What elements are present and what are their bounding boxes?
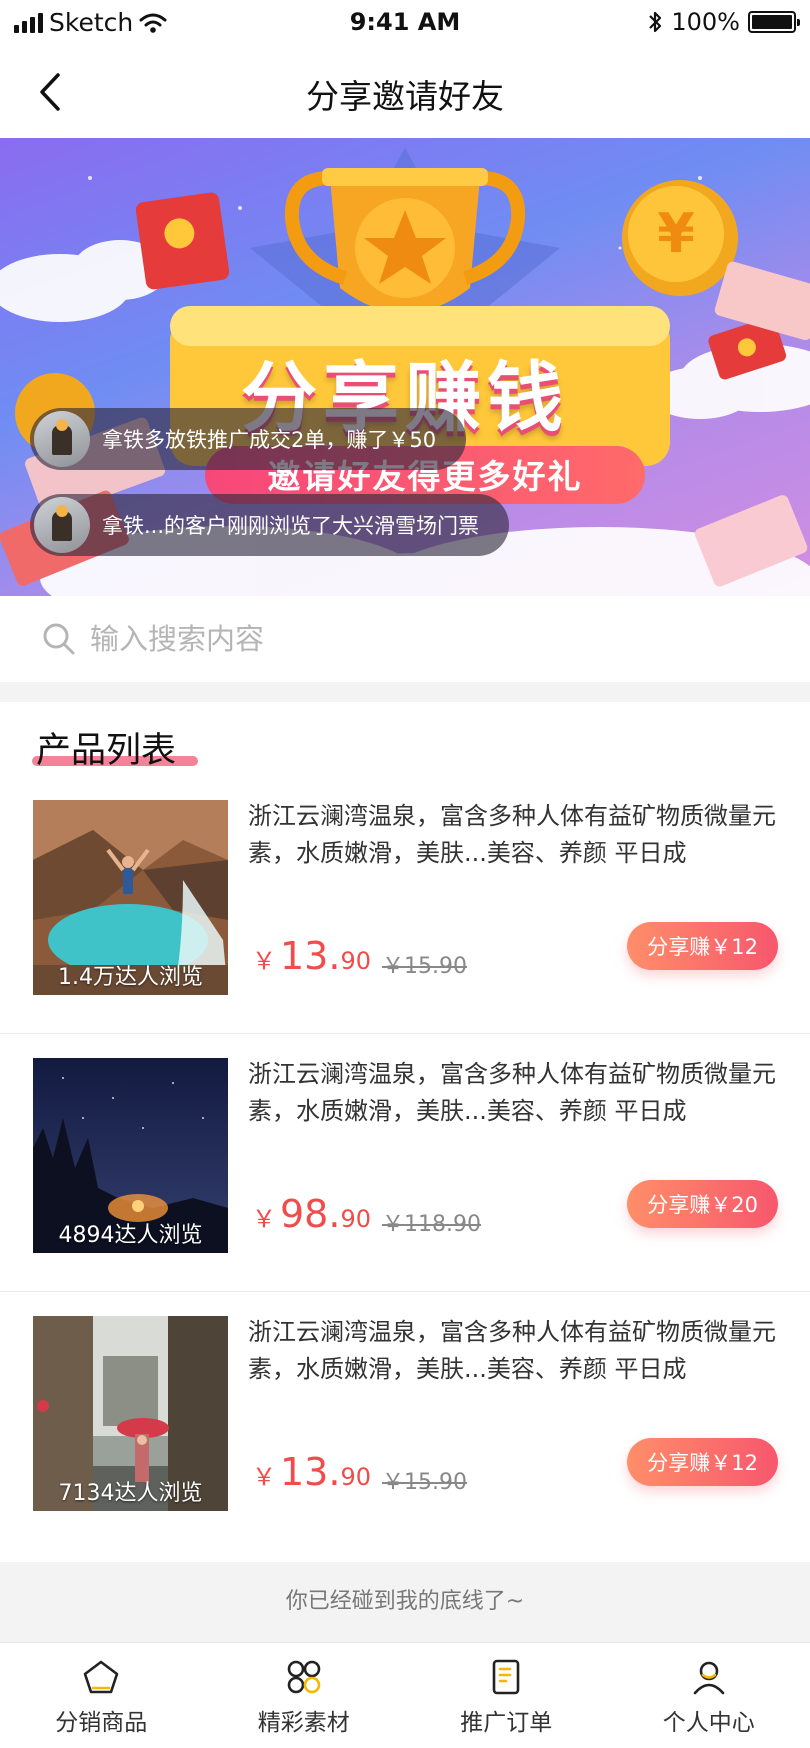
bluetooth-icon (649, 11, 662, 33)
tab-label: 精彩素材 (257, 1710, 350, 1736)
currency-symbol: ￥ (252, 1463, 276, 1491)
product-description: 浙江云澜湾温泉，富含多种人体有益矿物质微量元素，水质嫩滑，美肤...美容、养颜 … (248, 1060, 776, 1125)
product-price: ￥ 13. 90 (252, 1450, 371, 1494)
search-icon (43, 623, 75, 655)
notice-text: 拿铁...的客户刚刚浏览了大兴滑雪场门票 (102, 514, 480, 538)
product-item[interactable]: 1.4万达人浏览 浙江云澜湾温泉，富含多种人体有益矿物质微量元素，水质嫩滑，美肤… (0, 776, 810, 1034)
tab-promotion-orders[interactable]: 推广订单 (405, 1643, 608, 1748)
product-description: 浙江云澜湾温泉，富含多种人体有益矿物质微量元素，水质嫩滑，美肤...美容、养颜 … (248, 802, 776, 867)
search-input[interactable] (90, 622, 690, 656)
search-bar[interactable] (0, 596, 810, 682)
end-of-list-note: 你已经碰到我的底线了~ (0, 1562, 810, 1642)
tab-distribution-products[interactable]: 分销商品 (0, 1643, 203, 1748)
tab-materials[interactable]: 精彩素材 (203, 1643, 406, 1748)
battery-percent: 100% (671, 8, 740, 36)
price-integer: 98. (280, 1192, 341, 1236)
section-divider (0, 682, 810, 702)
tab-label: 分销商品 (55, 1710, 148, 1736)
status-right: 100% (647, 8, 800, 36)
view-count: 7134达人浏览 (58, 1481, 203, 1506)
currency-symbol: ￥ (252, 947, 276, 975)
original-price: ￥15.90 (382, 954, 467, 979)
tab-label: 个人中心 (662, 1710, 755, 1736)
navigation-bar: 分享邀请好友 (0, 46, 810, 138)
promo-banner[interactable]: ¥ 分享赚钱 邀请好友得更多好礼 拿铁多放铁推广成交2单，赚了￥50 拿铁...… (0, 138, 810, 596)
activity-notice: 拿铁...的客户刚刚浏览了大兴滑雪场门票 (30, 494, 510, 556)
share-earn-button[interactable]: 分享赚￥20 (627, 1180, 778, 1228)
price-decimal: 90 (340, 947, 371, 975)
share-earn-button[interactable]: 分享赚￥12 (627, 922, 778, 970)
notice-text: 拿铁多放铁推广成交2单，赚了￥50 (102, 428, 437, 452)
avatar (34, 497, 90, 553)
product-thumbnail[interactable]: 4894达人浏览 (33, 1058, 228, 1253)
view-count: 1.4万达人浏览 (58, 965, 203, 990)
currency-symbol: ￥ (252, 1205, 276, 1233)
section-title: 产品列表 (36, 731, 177, 771)
original-price: ￥118.90 (382, 1212, 481, 1237)
status-bar: Sketch 9:41 AM 100% (0, 0, 810, 46)
tab-profile[interactable]: 个人中心 (608, 1643, 810, 1748)
product-price: ￥ 13. 90 (252, 934, 371, 978)
avatar (34, 411, 90, 467)
product-thumbnail[interactable]: 1.4万达人浏览 (33, 800, 228, 995)
tab-bar: 分销商品 精彩素材 推广订单 个人中心 (0, 1642, 810, 1748)
price-decimal: 90 (340, 1205, 371, 1233)
product-thumbnail[interactable]: 7134达人浏览 (33, 1316, 228, 1511)
grid-icon (287, 1660, 321, 1694)
document-icon (492, 1659, 520, 1695)
pentagon-icon (83, 1660, 119, 1694)
person-icon (693, 1661, 725, 1695)
tab-label: 推广订单 (460, 1710, 553, 1736)
price-integer: 13. (280, 934, 341, 978)
product-description: 浙江云澜湾温泉，富含多种人体有益矿物质微量元素，水质嫩滑，美肤...美容、养颜 … (248, 1318, 776, 1383)
original-price: ￥15.90 (382, 1470, 467, 1495)
battery-icon (748, 11, 800, 33)
price-decimal: 90 (340, 1463, 371, 1491)
page-title: 分享邀请好友 (306, 77, 504, 116)
product-item[interactable]: 4894达人浏览 浙江云澜湾温泉，富含多种人体有益矿物质微量元素，水质嫩滑，美肤… (0, 1034, 810, 1292)
view-count: 4894达人浏览 (58, 1223, 203, 1248)
share-earn-button[interactable]: 分享赚￥12 (627, 1438, 778, 1486)
activity-notice: 拿铁多放铁推广成交2单，赚了￥50 (30, 408, 467, 470)
product-price: ￥ 98. 90 (252, 1192, 371, 1236)
product-item[interactable]: 7134达人浏览 浙江云澜湾温泉，富含多种人体有益矿物质微量元素，水质嫩滑，美肤… (0, 1292, 810, 1550)
price-integer: 13. (280, 1450, 341, 1494)
svg-text:¥: ¥ (657, 202, 695, 265)
section-heading: 产品列表 (32, 722, 198, 773)
